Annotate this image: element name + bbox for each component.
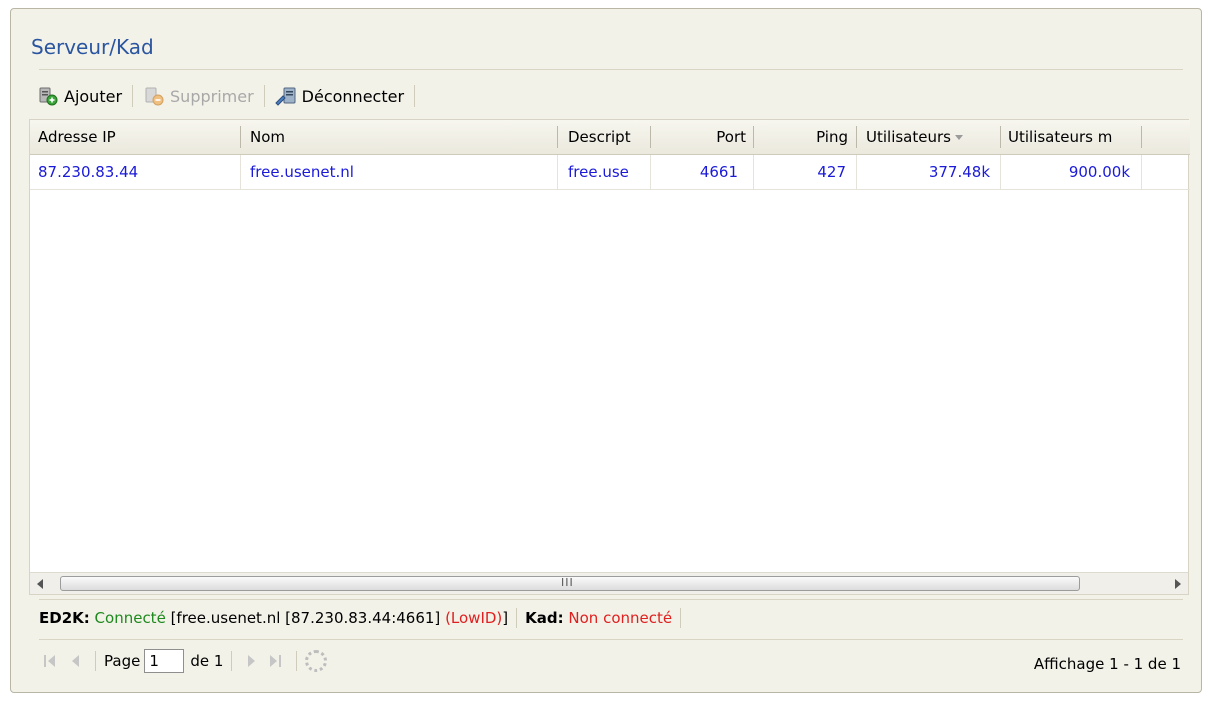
column-divider[interactable] [1141, 126, 1142, 148]
status-separator [516, 608, 518, 628]
add-button-label: Ajouter [64, 86, 123, 106]
kad-label: Kad: [525, 609, 564, 627]
column-header-description[interactable]: Descript [562, 120, 652, 154]
pager-separator [296, 651, 298, 671]
column-header-port[interactable]: Port [652, 120, 752, 154]
pager-separator [231, 651, 233, 671]
column-divider[interactable] [240, 126, 241, 148]
cell-divider [1141, 155, 1142, 190]
column-divider[interactable] [557, 126, 558, 148]
refresh-icon[interactable] [305, 650, 328, 672]
cell-description: free.use [568, 163, 629, 181]
toolbar-separator [132, 85, 134, 107]
cell-divider [650, 155, 651, 190]
sort-descending-icon [954, 135, 963, 140]
kad-state: Non connecté [568, 609, 673, 627]
ed2k-state: Connecté [94, 609, 166, 627]
add-server-icon [37, 86, 59, 106]
panel-title: Serveur/Kad [31, 35, 154, 59]
column-divider[interactable] [1000, 126, 1001, 148]
first-page-icon[interactable] [44, 655, 58, 667]
scrollbar-thumb[interactable]: III [60, 576, 1080, 591]
server-grid: Adresse IP Nom Descript Port Ping Utilis… [29, 119, 1190, 595]
toolbar-separator [414, 85, 416, 107]
cell-name: free.usenet.nl [250, 163, 354, 181]
cell-divider [557, 155, 558, 190]
cell-divider [1000, 155, 1001, 190]
status-bar: ED2K: Connecté [free.usenet.nl [87.230.8… [39, 605, 689, 631]
table-row[interactable]: 87.230.83.44 free.usenet.nl free.use 466… [30, 155, 1190, 190]
remove-server-icon [143, 86, 165, 106]
next-page-icon[interactable] [245, 655, 259, 667]
title-divider [39, 69, 1183, 70]
cell-ip: 87.230.83.44 [38, 163, 139, 181]
column-header-ping[interactable]: Ping [754, 120, 854, 154]
cell-users: 377.48k [928, 163, 990, 181]
ed2k-close: ] [502, 609, 509, 627]
disconnect-button[interactable]: Déconnecter [274, 86, 405, 106]
cell-max-users: 900.00k [1068, 163, 1130, 181]
cell-divider [856, 155, 857, 190]
remove-button-label: Supprimer [170, 86, 254, 106]
previous-page-icon[interactable] [68, 655, 82, 667]
ed2k-label: ED2K: [39, 609, 90, 627]
page-number-input[interactable] [144, 649, 185, 673]
cell-ping: 427 [817, 163, 846, 181]
cell-divider [240, 155, 241, 190]
column-header-users-label: Utilisateurs [866, 128, 951, 146]
column-header-max-users[interactable]: Utilisateurs m [1002, 120, 1142, 154]
column-divider[interactable] [650, 126, 651, 148]
column-header-ip[interactable]: Adresse IP [32, 120, 238, 154]
scroll-right-icon[interactable] [1175, 579, 1181, 589]
display-info: Affichage 1 - 1 de 1 [1033, 655, 1181, 673]
column-header-users[interactable]: Utilisateurs [860, 120, 1000, 154]
remove-button[interactable]: Supprimer [143, 86, 254, 106]
toolbar: Ajouter Supprimer Déconnecter [37, 79, 425, 113]
scroll-left-icon[interactable] [37, 579, 43, 589]
horizontal-scrollbar[interactable]: III [30, 572, 1188, 594]
column-header-name[interactable]: Nom [244, 120, 554, 154]
status-separator [680, 608, 682, 628]
ed2k-lowid: (LowID) [445, 609, 503, 627]
disconnect-button-label: Déconnecter [301, 86, 405, 106]
status-divider-top [39, 599, 1183, 600]
disconnect-icon [274, 86, 297, 106]
status-divider-bottom [39, 639, 1183, 640]
page-label: Page [104, 652, 141, 670]
last-page-icon[interactable] [269, 655, 283, 667]
scrollbar-grip: III [561, 576, 574, 589]
server-kad-panel: Serveur/Kad Ajouter Supprimer Déconnecte… [10, 8, 1202, 693]
toolbar-separator [263, 85, 265, 107]
column-divider[interactable] [856, 126, 857, 148]
page-of-label: de 1 [190, 652, 224, 670]
ed2k-server: [free.usenet.nl [87.230.83.44:4661] [170, 609, 441, 627]
grid-header: Adresse IP Nom Descript Port Ping Utilis… [30, 120, 1190, 155]
cell-port: 4661 [699, 163, 738, 181]
pagination-toolbar: Page de 1 [39, 647, 328, 675]
pager-separator [95, 651, 96, 671]
add-button[interactable]: Ajouter [37, 86, 122, 106]
